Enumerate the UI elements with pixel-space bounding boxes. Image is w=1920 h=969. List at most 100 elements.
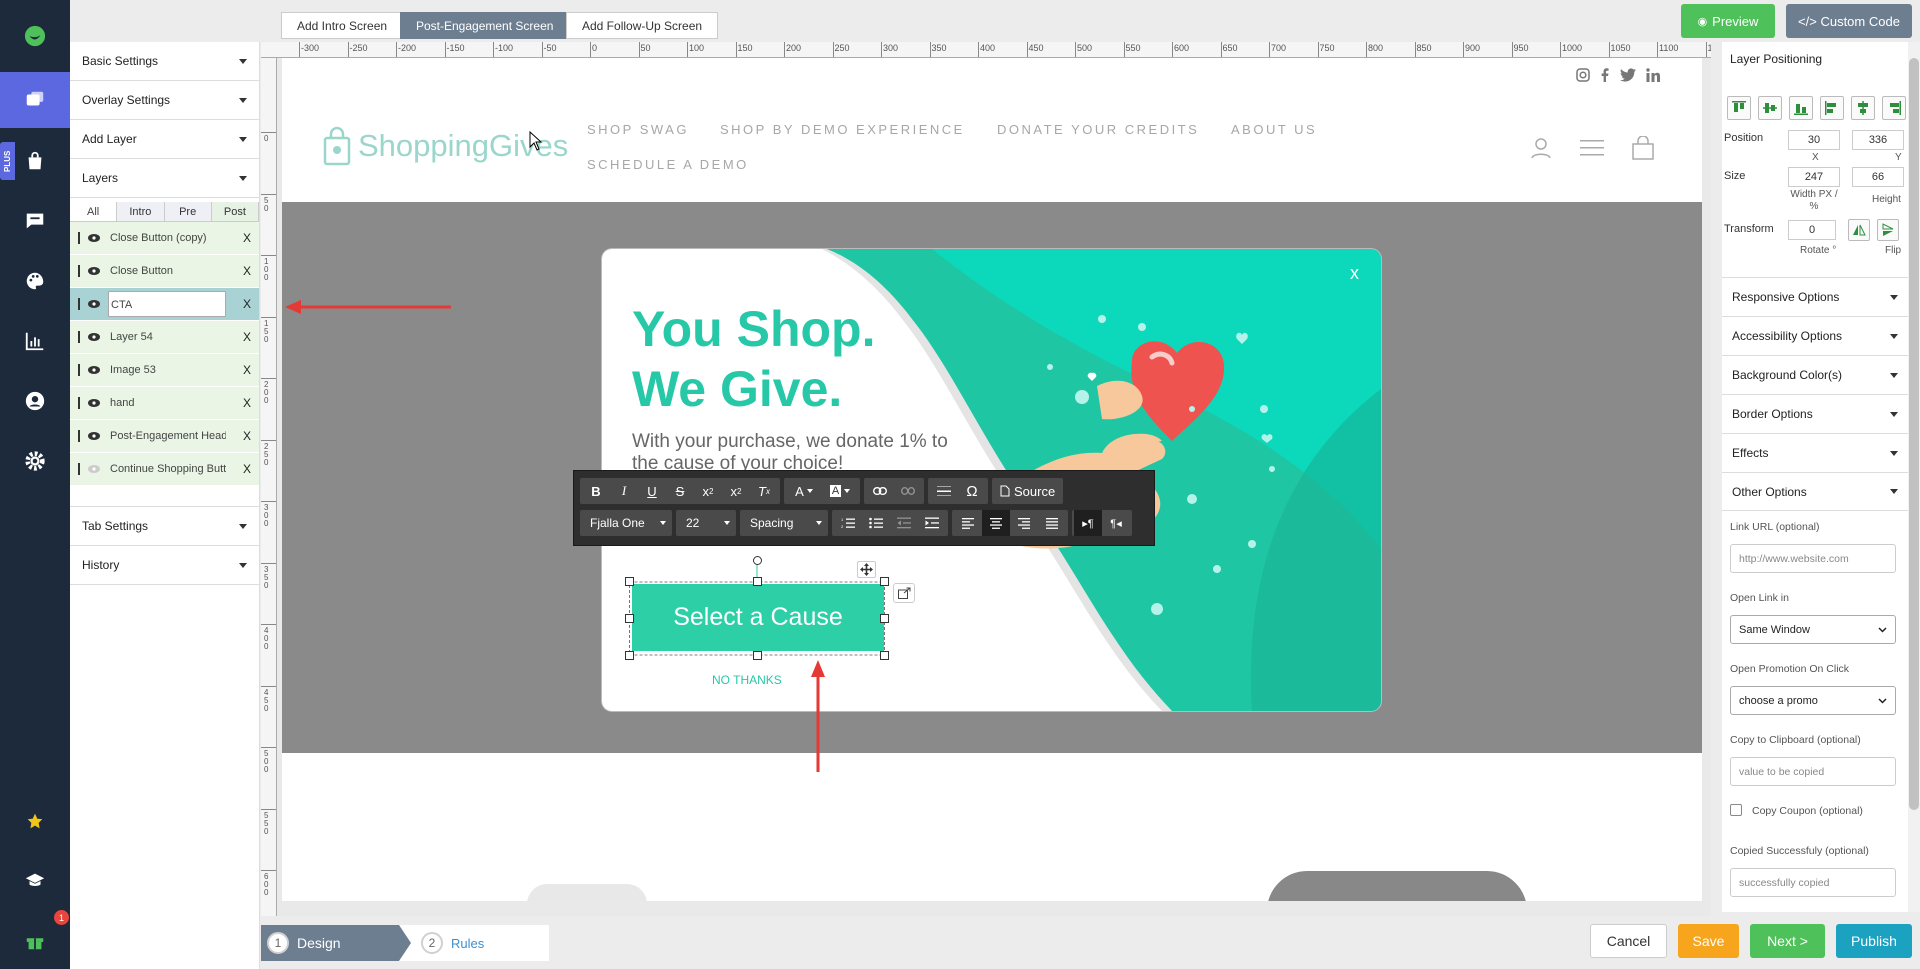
drag-handle-icon[interactable] xyxy=(78,364,80,376)
resize-handle-left[interactable] xyxy=(625,614,634,623)
layers-accordion[interactable]: Layers xyxy=(70,159,259,198)
italic-icon[interactable]: I xyxy=(610,478,638,504)
visibility-eye-icon[interactable] xyxy=(88,300,100,308)
visibility-eye-icon[interactable] xyxy=(88,366,100,374)
tab-add-follow-up-screen[interactable]: Add Follow-Up Screen xyxy=(566,12,719,39)
align-left-icon[interactable] xyxy=(954,510,982,536)
nav-shop-swag[interactable]: SHOP SWAG xyxy=(587,122,689,137)
layer-row[interactable]: Close Button (copy) X xyxy=(70,222,259,255)
no-thanks-link[interactable]: NO THANKS xyxy=(712,673,782,687)
scrollbar-thumb[interactable] xyxy=(1909,58,1919,810)
source-button[interactable]: Source xyxy=(994,478,1061,504)
accessibility-options-accordion[interactable]: Accessibility Options xyxy=(1722,316,1908,355)
drag-handle-icon[interactable] xyxy=(78,298,80,310)
align-bottom-icon[interactable] xyxy=(1789,96,1813,120)
layer-filter-all[interactable]: All xyxy=(70,202,118,221)
align-middle-icon[interactable] xyxy=(1758,96,1782,120)
underline-icon[interactable]: U xyxy=(638,478,666,504)
cancel-button[interactable]: Cancel xyxy=(1590,924,1667,958)
layer-row[interactable]: Image 53 X xyxy=(70,354,259,387)
overlay-settings-accordion[interactable]: Overlay Settings xyxy=(70,81,259,120)
visibility-eye-icon[interactable] xyxy=(88,267,100,275)
drag-handle-icon[interactable] xyxy=(78,331,80,343)
publish-button[interactable]: Publish xyxy=(1836,924,1912,958)
position-x-input[interactable]: 30 xyxy=(1788,130,1840,150)
copy-coupon-checkbox[interactable] xyxy=(1730,804,1742,816)
visibility-eye-icon[interactable] xyxy=(88,399,100,407)
open-promotion-select[interactable]: choose a promo xyxy=(1730,686,1896,715)
resize-handle-top[interactable] xyxy=(753,577,762,586)
twitter-icon[interactable] xyxy=(1620,68,1636,85)
resize-handle-top-right[interactable] xyxy=(880,577,889,586)
link-url-input[interactable]: http://www.website.com xyxy=(1730,544,1896,573)
layer-filter-intro[interactable]: Intro xyxy=(117,202,165,221)
delete-layer-button[interactable]: X xyxy=(243,330,251,344)
layer-filter-pre[interactable]: Pre xyxy=(164,202,212,221)
step-rules[interactable]: 2 Rules xyxy=(399,925,549,961)
rotate-handle[interactable] xyxy=(753,556,762,565)
linkedin-icon[interactable] xyxy=(1646,68,1660,85)
align-left-icon[interactable] xyxy=(1820,96,1844,120)
effects-accordion[interactable]: Effects xyxy=(1722,433,1908,472)
nav-shop-by-demo-experience[interactable]: SHOP BY DEMO EXPERIENCE xyxy=(720,122,965,137)
campaigns-icon[interactable] xyxy=(0,72,70,128)
align-center-horizontal-icon[interactable] xyxy=(1851,96,1875,120)
share-layer-icon[interactable] xyxy=(893,583,915,603)
width-input[interactable]: 247 xyxy=(1788,167,1840,187)
indent-icon[interactable] xyxy=(918,510,946,536)
delete-layer-button[interactable]: X xyxy=(243,264,251,278)
align-center-icon[interactable] xyxy=(982,510,1010,536)
resize-handle-right[interactable] xyxy=(880,614,889,623)
resize-handle-bottom-right[interactable] xyxy=(880,651,889,660)
nav-about-us[interactable]: ABOUT US xyxy=(1231,122,1317,137)
align-right-icon[interactable] xyxy=(1010,510,1038,536)
popup-close-button[interactable]: x xyxy=(1350,263,1359,284)
border-options-accordion[interactable]: Border Options xyxy=(1722,394,1908,433)
resize-handle-bottom[interactable] xyxy=(753,651,762,660)
star-favorites-icon[interactable] xyxy=(0,793,70,849)
drag-handle-icon[interactable] xyxy=(78,430,80,442)
custom-code-button[interactable]: </> Custom Code xyxy=(1786,4,1912,38)
responsive-options-accordion[interactable]: Responsive Options xyxy=(1722,277,1908,316)
font-size-select[interactable]: 22 xyxy=(676,510,736,536)
save-button[interactable]: Save xyxy=(1678,924,1739,958)
hidden-eye-icon[interactable] xyxy=(88,465,100,473)
layer-row[interactable]: Close Button X xyxy=(70,255,259,288)
flip-vertical-icon[interactable] xyxy=(1877,219,1899,241)
analytics-chart-icon[interactable] xyxy=(0,313,70,369)
add-layer-accordion[interactable]: Add Layer xyxy=(70,120,259,159)
facebook-icon[interactable] xyxy=(1600,68,1610,85)
copy-to-clipboard-input[interactable]: value to be copied xyxy=(1730,757,1896,786)
delete-layer-button[interactable]: X xyxy=(243,429,251,443)
next-button[interactable]: Next > xyxy=(1750,924,1825,958)
align-justify-icon[interactable] xyxy=(1038,510,1066,536)
strikethrough-icon[interactable]: S xyxy=(666,478,694,504)
align-top-icon[interactable] xyxy=(1727,96,1751,120)
popup-headline[interactable]: You Shop. We Give. xyxy=(632,299,875,419)
cta-select-a-cause-button[interactable]: Select a Cause xyxy=(632,584,884,651)
move-arrows-icon[interactable] xyxy=(857,561,876,578)
popup-subtext[interactable]: With your purchase, we donate 1% to the … xyxy=(632,431,952,475)
history-accordion[interactable]: History xyxy=(70,546,259,585)
academy-graduation-cap-icon[interactable] xyxy=(0,853,70,909)
tab-post-engagement-screen[interactable]: Post-Engagement Screen xyxy=(400,12,570,39)
special-character-omega-icon[interactable]: Ω xyxy=(958,478,986,504)
drag-handle-icon[interactable] xyxy=(78,463,80,475)
line-spacing-select[interactable]: Spacing xyxy=(740,510,828,536)
bulleted-list-icon[interactable] xyxy=(862,510,890,536)
drag-handle-icon[interactable] xyxy=(78,265,80,277)
drag-handle-icon[interactable] xyxy=(78,232,80,244)
visibility-eye-icon[interactable] xyxy=(88,432,100,440)
delete-layer-button[interactable]: X xyxy=(243,363,251,377)
open-link-select[interactable]: Same Window xyxy=(1730,615,1896,644)
text-color-icon[interactable]: A xyxy=(786,478,822,504)
align-right-icon[interactable] xyxy=(1882,96,1906,120)
layer-row[interactable]: Post-Engagement Headi X xyxy=(70,420,259,453)
delete-layer-button[interactable]: X xyxy=(243,396,251,410)
tab-settings-accordion[interactable]: Tab Settings xyxy=(70,507,259,546)
hamburger-menu-icon[interactable] xyxy=(1580,139,1604,160)
layer-row[interactable]: Continue Shopping Butt X xyxy=(70,453,259,486)
nav-schedule-a-demo[interactable]: SCHEDULE A DEMO xyxy=(587,157,749,172)
visibility-eye-icon[interactable] xyxy=(88,234,100,242)
background-color-icon[interactable]: A xyxy=(822,478,858,504)
